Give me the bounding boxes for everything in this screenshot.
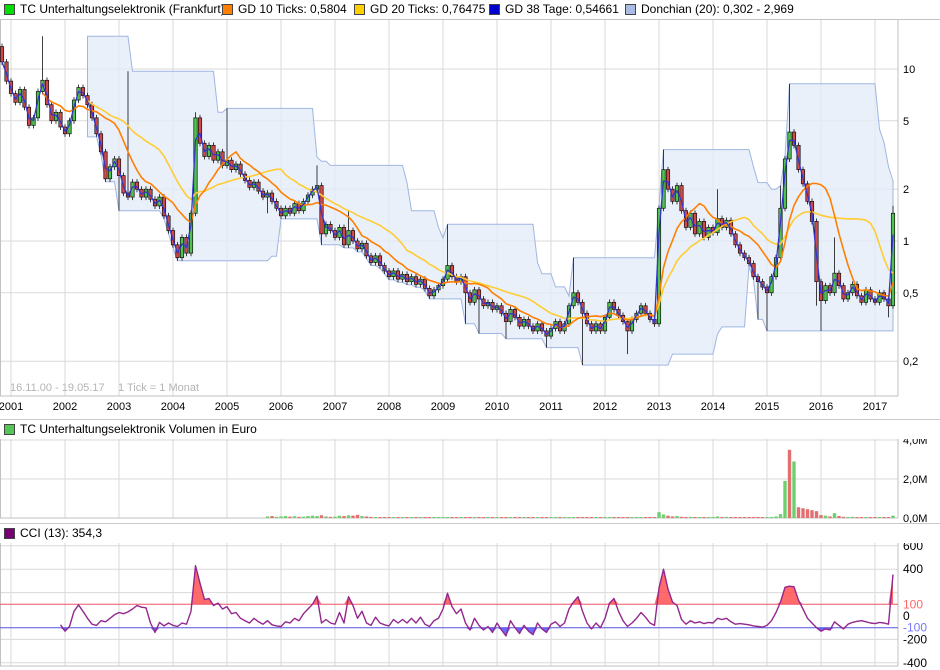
legend-item-instrument: TC Unterhaltungselektronik (Frankfurt)	[4, 2, 225, 16]
svg-text:2015: 2015	[755, 401, 779, 413]
svg-text:2006: 2006	[269, 401, 293, 413]
svg-text:2014: 2014	[701, 401, 725, 413]
svg-text:2005: 2005	[215, 401, 239, 413]
instrument-label: TC Unterhaltungselektronik (Frankfurt)	[20, 2, 225, 16]
svg-text:2011: 2011	[539, 401, 563, 413]
svg-text:2003: 2003	[107, 401, 131, 413]
svg-text:1 Tick = 1 Monat: 1 Tick = 1 Monat	[118, 382, 199, 394]
price-chart-canvas[interactable]: 10 5 2 1 0,5 0,2 16.11.00 - 19.05.17 1 Tick = 1…	[0, 19, 940, 419]
gd10-label: GD 10 Ticks: 0,5804	[238, 2, 347, 16]
volume-legend: TC Unterhaltungselektronik Volumen in Eu…	[0, 419, 940, 439]
svg-text:0,5: 0,5	[903, 288, 918, 300]
svg-text:600: 600	[903, 543, 923, 553]
svg-text:2016: 2016	[809, 401, 833, 413]
gd38-label: GD 38 Tage: 0,54661	[505, 2, 619, 16]
volume-swatch	[4, 424, 15, 435]
cci-swatch	[4, 528, 15, 539]
cci-label: CCI (13): 354,3	[20, 526, 102, 540]
svg-text:2017: 2017	[863, 401, 887, 413]
instrument-swatch	[4, 4, 15, 15]
svg-text:5: 5	[903, 116, 909, 128]
svg-text:400: 400	[903, 562, 923, 576]
svg-text:2012: 2012	[593, 401, 617, 413]
legend-item-cci: CCI (13): 354,3	[4, 526, 102, 540]
legend-item-gd38: GD 38 Tage: 0,54661	[489, 2, 619, 16]
gd10-swatch	[222, 4, 233, 15]
volume-label: TC Unterhaltungselektronik Volumen in Eu…	[20, 422, 257, 436]
svg-text:16.11.00 - 19.05.17: 16.11.00 - 19.05.17	[10, 382, 105, 394]
volume-chart-canvas[interactable]: 4,0M 2,0M 0,0M	[0, 439, 940, 523]
chart-panel: TC Unterhaltungselektronik (Frankfurt) G…	[0, 0, 940, 670]
svg-text:2004: 2004	[161, 401, 185, 413]
svg-text:2007: 2007	[323, 401, 347, 413]
cci-chart-canvas[interactable]: 6004001000-100-200-400	[0, 543, 940, 670]
svg-text:1: 1	[903, 236, 909, 248]
legend-item-gd20: GD 20 Ticks: 0,76475	[354, 2, 485, 16]
price-legend: TC Unterhaltungselektronik (Frankfurt) G…	[0, 0, 940, 19]
donchian-label: Donchian (20): 0,302 - 2,969	[641, 2, 794, 16]
legend-item-gd10: GD 10 Ticks: 0,5804	[222, 2, 347, 16]
gd38-swatch	[489, 4, 500, 15]
svg-text:2,0M: 2,0M	[903, 474, 927, 486]
svg-text:2: 2	[903, 184, 909, 196]
svg-text:2013: 2013	[647, 401, 671, 413]
svg-text:2002: 2002	[53, 401, 77, 413]
donchian-swatch	[625, 4, 636, 15]
svg-text:2008: 2008	[377, 401, 401, 413]
svg-text:2009: 2009	[431, 401, 455, 413]
gd20-label: GD 20 Ticks: 0,76475	[370, 2, 485, 16]
svg-text:-200: -200	[903, 632, 927, 646]
svg-text:10: 10	[903, 64, 915, 76]
cci-legend: CCI (13): 354,3	[0, 523, 940, 543]
legend-item-volume: TC Unterhaltungselektronik Volumen in Eu…	[4, 422, 257, 436]
svg-text:2001: 2001	[0, 401, 23, 413]
svg-text:0,0M: 0,0M	[903, 513, 927, 523]
legend-item-donchian: Donchian (20): 0,302 - 2,969	[625, 2, 794, 16]
svg-text:-400: -400	[903, 656, 927, 670]
svg-text:4,0M: 4,0M	[903, 439, 927, 447]
svg-text:0,2: 0,2	[903, 356, 918, 368]
gd20-swatch	[354, 4, 365, 15]
svg-text:2010: 2010	[485, 401, 509, 413]
